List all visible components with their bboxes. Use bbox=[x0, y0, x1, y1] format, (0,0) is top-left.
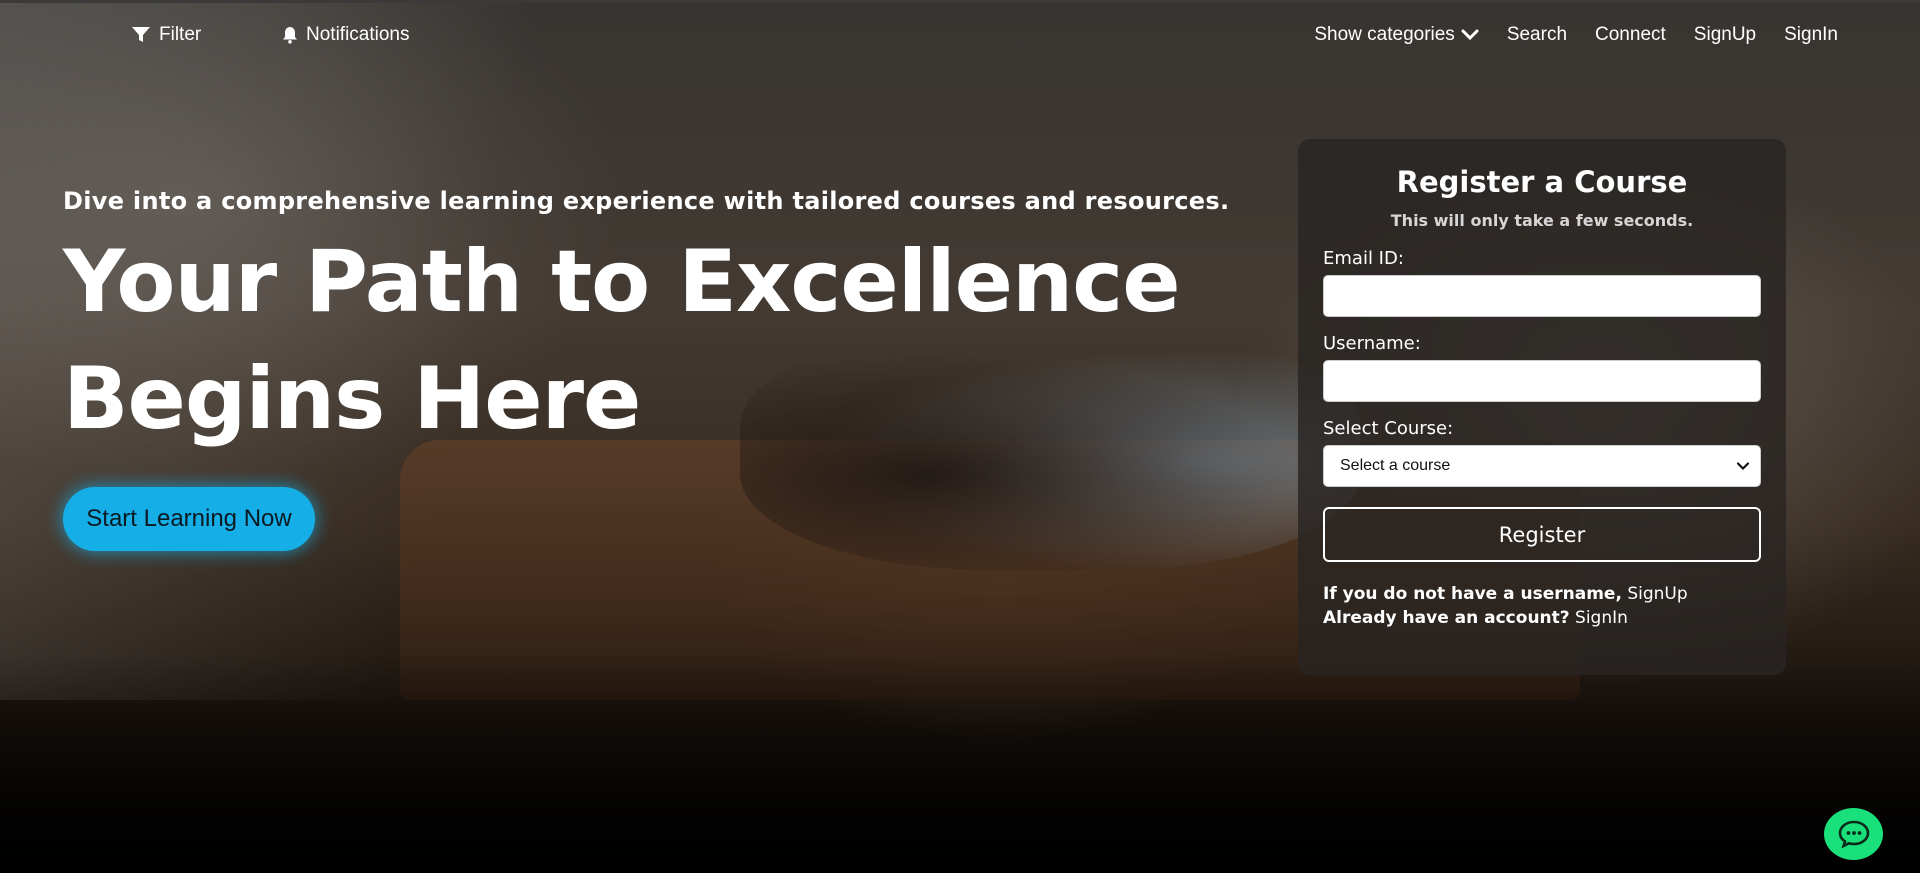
show-categories-dropdown[interactable]: Show categories bbox=[1314, 24, 1479, 46]
email-label: Email ID: bbox=[1323, 248, 1404, 269]
username-field-group: Username: bbox=[1323, 333, 1761, 402]
nav-connect-link[interactable]: Connect bbox=[1595, 24, 1666, 46]
register-card-title: Register a Course bbox=[1396, 165, 1688, 199]
course-field-group: Select Course: Select a course bbox=[1323, 418, 1761, 487]
hero-subtitle: Dive into a comprehensive learning exper… bbox=[63, 187, 1230, 215]
notifications-label: Notifications bbox=[306, 24, 410, 45]
chevron-down-icon bbox=[1461, 29, 1479, 41]
chevron-down-icon bbox=[1736, 462, 1750, 471]
bell-icon bbox=[283, 27, 297, 44]
hero-title: Your Path to Excellence Begins Here bbox=[63, 224, 1263, 458]
have-account-text: Already have an account? bbox=[1323, 608, 1570, 628]
signin-prompt: Already have an account? SignIn bbox=[1323, 606, 1761, 630]
username-label: Username: bbox=[1323, 333, 1421, 354]
hero-title-line-1: Your Path to Excellence bbox=[63, 232, 1181, 332]
start-learning-button[interactable]: Start Learning Now bbox=[63, 487, 315, 551]
filter-button[interactable]: Filter bbox=[131, 24, 201, 46]
filter-label: Filter bbox=[159, 24, 202, 45]
card-signup-link[interactable]: SignUp bbox=[1627, 584, 1687, 604]
register-card-footer: If you do not have a username, SignUp Al… bbox=[1323, 582, 1761, 630]
top-border bbox=[0, 0, 1920, 3]
show-categories-label: Show categories bbox=[1314, 24, 1455, 45]
top-navbar: Filter Notifications Show categories Sea… bbox=[0, 24, 1920, 54]
card-signin-link[interactable]: SignIn bbox=[1575, 608, 1628, 628]
bottom-fade bbox=[0, 653, 1920, 873]
course-select[interactable]: Select a course bbox=[1323, 445, 1761, 487]
email-field-group: Email ID: bbox=[1323, 248, 1761, 317]
register-button[interactable]: Register bbox=[1323, 507, 1761, 562]
nav-signin-link[interactable]: SignIn bbox=[1784, 24, 1838, 46]
notifications-button[interactable]: Notifications bbox=[282, 24, 410, 46]
nav-right-links: Show categories Search Connect SignUp Si… bbox=[1314, 24, 1838, 46]
filter-icon bbox=[132, 27, 150, 42]
course-label: Select Course: bbox=[1323, 418, 1454, 439]
username-input[interactable] bbox=[1323, 360, 1761, 402]
nav-search-link[interactable]: Search bbox=[1507, 24, 1567, 46]
course-select-value: Select a course bbox=[1340, 457, 1451, 474]
hero-title-line-2: Begins Here bbox=[63, 349, 641, 449]
no-username-text: If you do not have a username, bbox=[1323, 584, 1622, 604]
register-course-card: Register a Course This will only take a … bbox=[1298, 139, 1786, 675]
chat-button[interactable] bbox=[1824, 808, 1883, 860]
hero-section: Dive into a comprehensive learning exper… bbox=[63, 182, 1263, 458]
register-card-subtitle: This will only take a few seconds. bbox=[1390, 211, 1694, 230]
chat-bubble-icon bbox=[1838, 820, 1869, 848]
nav-signup-link[interactable]: SignUp bbox=[1694, 24, 1756, 46]
email-input[interactable] bbox=[1323, 275, 1761, 317]
signup-prompt: If you do not have a username, SignUp bbox=[1323, 582, 1761, 606]
